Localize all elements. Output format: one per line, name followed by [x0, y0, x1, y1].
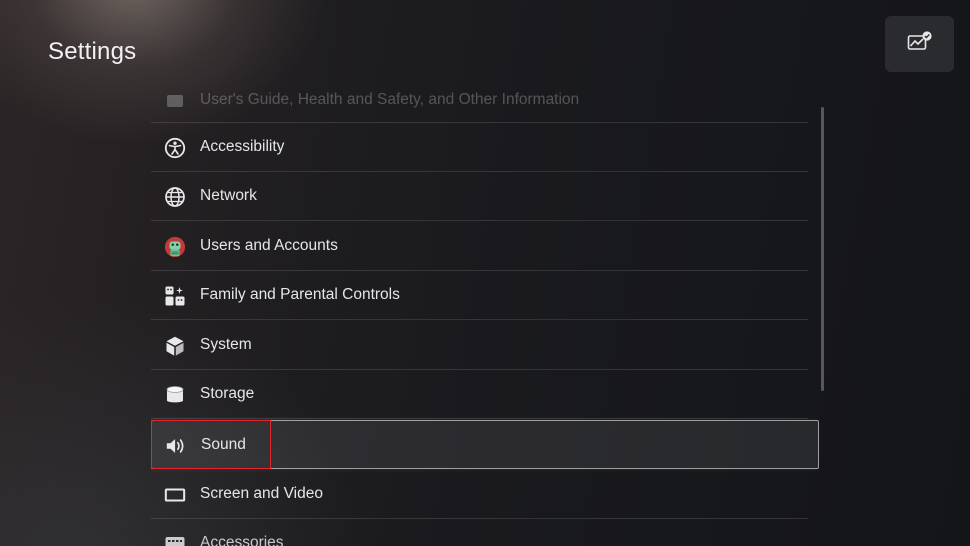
menu-item-family-parental-controls[interactable]: Family and Parental Controls — [151, 271, 808, 320]
menu-item-label: User's Guide, Health and Safety, and Oth… — [200, 91, 580, 108]
guide-icon — [164, 90, 186, 112]
menu-item-label: System — [200, 336, 252, 353]
menu-item-users-guide[interactable]: User's Guide, Health and Safety, and Oth… — [151, 74, 808, 123]
page-title: Settings — [48, 38, 137, 65]
speaker-icon — [165, 435, 187, 457]
settings-menu: User's Guide, Health and Safety, and Oth… — [151, 73, 819, 546]
menu-item-storage[interactable]: Storage — [151, 370, 808, 419]
menu-item-screen-and-video[interactable]: Screen and Video — [151, 470, 808, 519]
menu-item-label: Sound — [201, 436, 246, 453]
screen-icon — [164, 484, 186, 506]
cylinder-icon — [164, 384, 186, 406]
menu-item-accessories[interactable]: Accessories — [151, 519, 808, 546]
menu-item-network[interactable]: Network — [151, 172, 808, 221]
menu-item-label: Accessibility — [200, 138, 285, 155]
globe-icon — [164, 186, 186, 208]
menu-item-label: Users and Accounts — [200, 237, 338, 254]
menu-item-users-and-accounts[interactable]: Users and Accounts — [151, 222, 808, 271]
cube-icon — [164, 335, 186, 357]
menu-item-accessibility[interactable]: Accessibility — [151, 123, 808, 172]
menu-item-label: Accessories — [200, 534, 284, 546]
avatar-icon — [164, 236, 186, 258]
scrollbar[interactable] — [821, 107, 824, 391]
menu-item-system[interactable]: System — [151, 321, 808, 370]
menu-item-label: Screen and Video — [200, 485, 323, 502]
accessibility-icon — [164, 137, 186, 159]
keyboard-icon — [164, 533, 186, 546]
menu-item-label: Storage — [200, 385, 255, 402]
family-icon — [164, 285, 186, 307]
menu-item-label: Network — [200, 187, 257, 204]
menu-item-label: Family and Parental Controls — [200, 286, 400, 303]
performance-check-button[interactable] — [885, 16, 954, 72]
performance-check-icon — [907, 30, 933, 58]
menu-item-sound[interactable]: Sound — [151, 420, 819, 469]
